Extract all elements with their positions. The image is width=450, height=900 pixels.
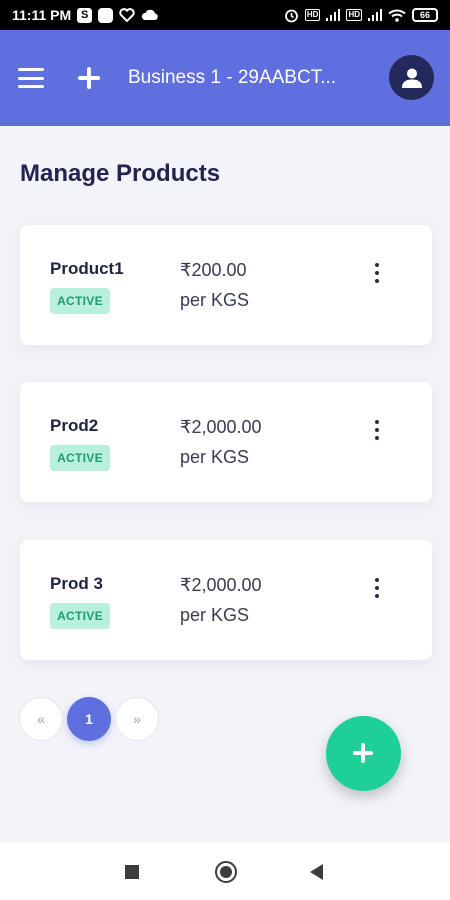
add-product-fab-button[interactable] bbox=[326, 716, 401, 791]
product-unit: per KGS bbox=[180, 447, 250, 467]
pagination-next-button[interactable]: » bbox=[115, 697, 159, 741]
status-bar-right: HD HD 66 bbox=[284, 8, 438, 23]
page-title: Manage Products bbox=[20, 160, 221, 187]
product-price: ₹200.00 bbox=[180, 260, 247, 280]
business-title[interactable]: Business 1 - 29AABCT... bbox=[128, 67, 348, 89]
battery-icon: 66 bbox=[412, 8, 438, 22]
product-name: Prod2 bbox=[50, 416, 99, 435]
app-s-icon: S bbox=[77, 7, 93, 23]
recents-icon[interactable] bbox=[125, 865, 139, 879]
signal-icon bbox=[326, 9, 341, 21]
volte-icon-2: HD bbox=[346, 9, 362, 21]
alarm-icon bbox=[284, 8, 299, 23]
product-name: Prod 3 bbox=[50, 574, 103, 593]
app-bar: Business 1 - 29AABCT... bbox=[0, 30, 450, 126]
wifi-icon bbox=[388, 9, 406, 22]
status-badge: ACTIVE bbox=[50, 445, 110, 471]
product-price: ₹2,000.00 bbox=[180, 575, 262, 595]
volte-icon: HD bbox=[304, 9, 321, 21]
heart-icon bbox=[119, 8, 135, 22]
home-icon[interactable] bbox=[215, 861, 237, 883]
pagination-page-button[interactable]: 1 bbox=[67, 697, 111, 741]
status-badge: ACTIVE bbox=[50, 603, 110, 629]
cloud-icon bbox=[141, 9, 159, 21]
system-nav-bar bbox=[0, 842, 450, 900]
status-bar: 11:11 PM S HD HD 66 bbox=[0, 0, 450, 30]
product-card[interactable]: Prod 3 ACTIVE ₹2,000.00 per KGS bbox=[20, 540, 432, 660]
status-badge: ACTIVE bbox=[50, 288, 110, 314]
status-time: 11:11 PM bbox=[12, 7, 72, 23]
product-card[interactable]: Product1 ACTIVE ₹200.00 per KGS bbox=[20, 225, 432, 345]
add-plus-icon[interactable] bbox=[78, 67, 100, 89]
app-photos-icon bbox=[98, 7, 114, 23]
product-card[interactable]: Prod2 ACTIVE ₹2,000.00 per KGS bbox=[20, 382, 432, 502]
pagination-prev-button[interactable]: « bbox=[19, 697, 63, 741]
product-name: Product1 bbox=[50, 259, 124, 278]
more-options-icon[interactable] bbox=[370, 420, 384, 440]
more-options-icon[interactable] bbox=[370, 578, 384, 598]
more-options-icon[interactable] bbox=[370, 263, 384, 283]
product-unit: per KGS bbox=[180, 290, 250, 310]
product-unit: per KGS bbox=[180, 605, 250, 625]
user-avatar[interactable] bbox=[389, 55, 434, 100]
signal-icon-2 bbox=[368, 9, 382, 21]
hamburger-menu-icon[interactable] bbox=[18, 68, 44, 88]
product-price: ₹2,000.00 bbox=[180, 417, 262, 437]
status-bar-left: 11:11 PM S bbox=[12, 7, 159, 23]
user-icon bbox=[401, 68, 422, 88]
back-icon[interactable] bbox=[310, 864, 323, 880]
